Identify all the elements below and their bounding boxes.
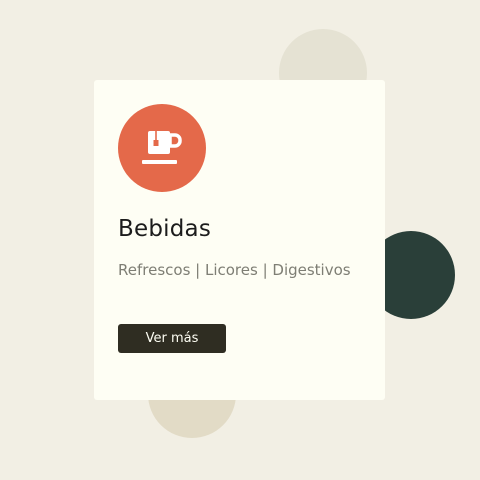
tea-cup-icon <box>142 131 182 164</box>
see-more-button[interactable]: Ver más <box>118 324 226 353</box>
category-card: Bebidas Refrescos | Licores | Digestivos… <box>94 80 385 400</box>
page: Bebidas Refrescos | Licores | Digestivos… <box>0 0 480 480</box>
card-subtitle: Refrescos | Licores | Digestivos <box>118 261 351 279</box>
card-title: Bebidas <box>118 216 211 242</box>
category-icon-badge <box>118 104 206 192</box>
